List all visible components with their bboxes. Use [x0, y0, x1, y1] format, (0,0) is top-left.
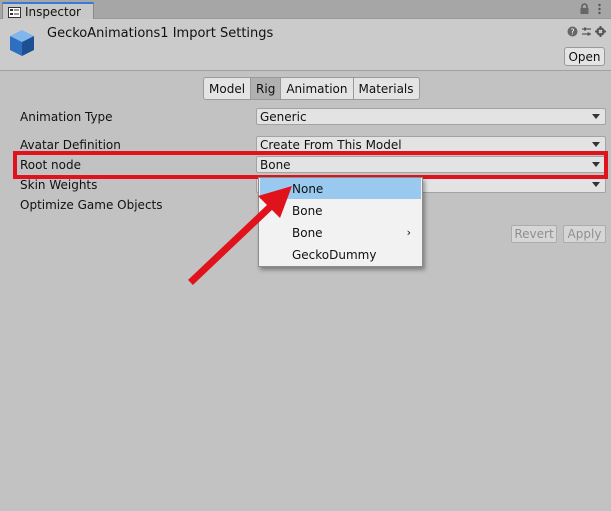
kebab-menu-icon[interactable]: [594, 3, 605, 15]
inspector-tab-label: Inspector: [25, 5, 81, 19]
skin-weights-label: Skin Weights: [20, 178, 98, 192]
menu-item-label: Bone: [292, 225, 323, 240]
gear-icon[interactable]: [595, 26, 606, 37]
help-icon[interactable]: ?: [567, 26, 578, 37]
tab-materials[interactable]: Materials: [352, 77, 420, 100]
chevron-down-icon: [592, 182, 600, 187]
model-asset-icon: [10, 30, 34, 56]
root-node-menu: None Bone Bone › GeckoDummy: [258, 177, 423, 267]
optimize-game-objects-label: Optimize Game Objects: [20, 198, 163, 212]
chevron-down-icon: [592, 114, 600, 119]
lock-icon[interactable]: [579, 3, 590, 15]
chevron-down-icon: [592, 142, 600, 147]
import-settings-tabs: Model Rig Animation Materials: [203, 77, 420, 100]
animation-type-value: Generic: [260, 109, 307, 124]
revert-button[interactable]: Revert: [511, 225, 557, 243]
asset-header: GeckoAnimations1 Import Settings ? Open: [0, 19, 611, 71]
tab-tools: [579, 3, 605, 15]
tab-rig[interactable]: Rig: [250, 77, 282, 100]
inspector-tab[interactable]: Inspector: [2, 2, 94, 20]
inspector-icon: [8, 6, 21, 18]
presets-icon[interactable]: [581, 26, 592, 37]
menu-item-bone-submenu[interactable]: Bone ›: [260, 222, 421, 243]
menu-item-label: GeckoDummy: [292, 247, 377, 262]
animation-type-label: Animation Type: [20, 110, 113, 124]
apply-button[interactable]: Apply: [563, 225, 606, 243]
avatar-definition-value: Create From This Model: [260, 137, 402, 152]
menu-item-label: None: [292, 181, 324, 196]
open-button[interactable]: Open: [564, 47, 605, 66]
header-tools: ?: [567, 26, 606, 37]
menu-item-bone[interactable]: Bone: [260, 200, 421, 221]
root-node-highlight: [13, 151, 608, 179]
page-title: GeckoAnimations1 Import Settings: [47, 26, 274, 41]
svg-text:?: ?: [570, 28, 574, 37]
menu-item-label: Bone: [292, 203, 323, 218]
menu-item-geckodummy[interactable]: GeckoDummy: [260, 244, 421, 265]
animation-type-dropdown[interactable]: Generic: [256, 108, 606, 125]
window-tab-bar: Inspector: [0, 0, 611, 20]
menu-item-none[interactable]: None: [260, 178, 421, 199]
chevron-right-icon: ›: [406, 226, 411, 239]
tab-animation[interactable]: Animation: [280, 77, 354, 100]
avatar-definition-label: Avatar Definition: [20, 138, 121, 152]
tab-model[interactable]: Model: [203, 77, 252, 100]
